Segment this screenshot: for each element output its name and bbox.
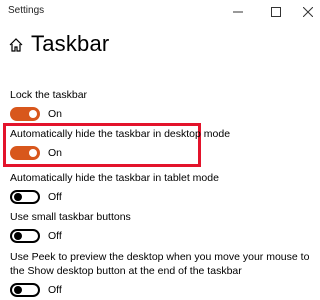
setting-lock-taskbar: Lock the taskbar On [10, 89, 87, 121]
toggle-state: On [48, 147, 63, 159]
setting-label: Automatically hide the taskbar in tablet… [10, 172, 219, 184]
minimize-button[interactable] [222, 0, 254, 24]
toggle-state: Off [48, 191, 62, 203]
setting-small-buttons: Use small taskbar buttons Off [10, 211, 131, 243]
page-header: Taskbar [0, 26, 320, 66]
toggle-knob [14, 232, 22, 240]
autohide-desktop-toggle[interactable] [10, 146, 40, 160]
setting-label: Use Peek to preview the desktop when you… [10, 251, 310, 277]
toggle-row: On [10, 146, 230, 160]
toggle-knob [14, 286, 22, 294]
setting-label: Lock the taskbar [10, 89, 88, 101]
toggle-knob [29, 149, 37, 157]
page-title: Taskbar [31, 31, 110, 56]
setting-use-peek: Use Peek to preview the desktop when you… [10, 250, 310, 297]
maximize-icon [271, 7, 281, 17]
lock-taskbar-toggle[interactable] [10, 107, 40, 121]
toggle-state: Off [48, 284, 62, 296]
toggle-row: Off [10, 190, 219, 204]
close-icon [303, 7, 313, 17]
toggle-state: On [48, 108, 63, 120]
close-button[interactable] [292, 0, 320, 24]
setting-autohide-desktop: Automatically hide the taskbar in deskto… [10, 128, 230, 160]
small-buttons-toggle[interactable] [10, 229, 40, 243]
toggle-row: Off [10, 229, 131, 243]
window-title: Settings [8, 5, 45, 16]
toggle-row: Off [10, 283, 310, 297]
setting-label: Automatically hide the taskbar in deskto… [10, 128, 231, 140]
toggle-state: Off [48, 230, 62, 242]
home-icon[interactable] [8, 37, 24, 53]
use-peek-toggle[interactable] [10, 283, 40, 297]
maximize-button[interactable] [260, 0, 292, 24]
setting-label: Use small taskbar buttons [10, 211, 131, 223]
setting-autohide-tablet: Automatically hide the taskbar in tablet… [10, 172, 219, 204]
toggle-knob [14, 193, 22, 201]
title-bar: Settings [0, 0, 320, 24]
toggle-knob [29, 110, 37, 118]
toggle-row: On [10, 107, 87, 121]
minimize-icon [233, 11, 243, 13]
autohide-tablet-toggle[interactable] [10, 190, 40, 204]
settings-window: Settings Taskbar Lock the taskbar On Aut… [0, 0, 320, 300]
